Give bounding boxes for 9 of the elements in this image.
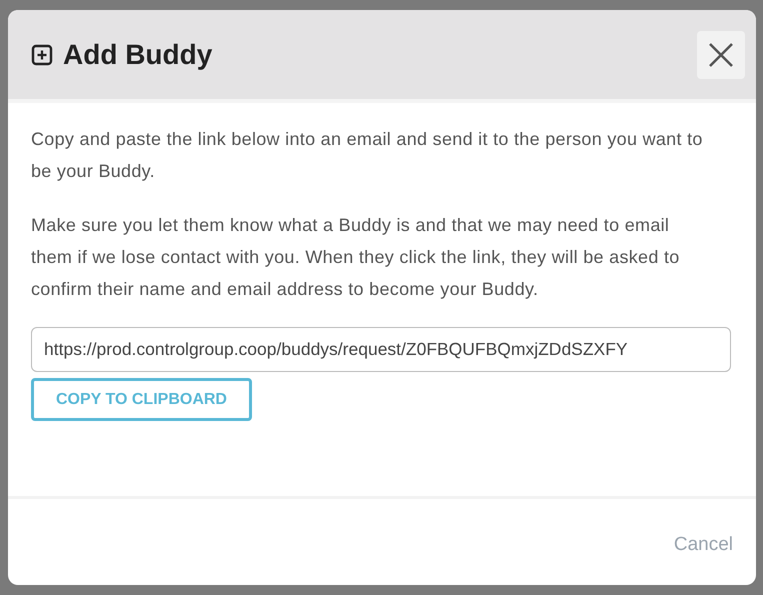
cancel-button[interactable]: Cancel xyxy=(674,534,733,556)
close-icon xyxy=(708,42,734,68)
instruction-text: Make sure you let them know what a Buddy is and that we may need to email them if we lose contact with you. When they click the link, they will be asked to confirm their name and email address to become your Buddy. xyxy=(31,214,681,301)
copy-to-clipboard-button[interactable]: COPY TO CLIPBOARD xyxy=(31,378,252,421)
link-field[interactable]: https://prod.controlgroup.coop/buddys/request/Z0FBQUFBQmxjZDdSZXFY xyxy=(31,327,731,372)
add-square-icon xyxy=(31,44,53,66)
instruction-text: Copy and paste the link below into an email and send it to the person you want to be your Buddy. xyxy=(31,128,704,183)
close-button[interactable] xyxy=(697,30,745,78)
dialog-title: Add Buddy xyxy=(63,38,214,70)
